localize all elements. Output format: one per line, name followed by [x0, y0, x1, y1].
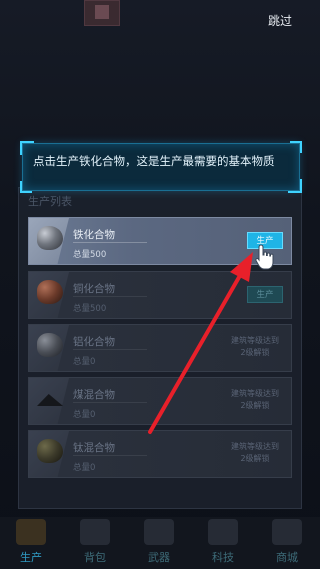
nav-tab-backpack[interactable]: 背包	[68, 519, 122, 565]
bottom-nav: 生产 背包 武器 科技 商城	[0, 517, 320, 569]
tutorial-arrow-icon	[148, 252, 253, 434]
nav-tab-weapons[interactable]: 武器	[132, 519, 186, 565]
nav-tab-shop[interactable]: 商城	[260, 519, 314, 565]
weapon-icon	[144, 519, 174, 545]
nav-tab-tech[interactable]: 科技	[196, 519, 250, 565]
shop-icon	[272, 519, 302, 545]
tech-icon	[208, 519, 238, 545]
gear-icon	[16, 519, 46, 545]
bag-icon	[80, 519, 110, 545]
hand-pointer-icon	[255, 244, 274, 270]
nav-tab-production[interactable]: 生产	[4, 519, 58, 565]
